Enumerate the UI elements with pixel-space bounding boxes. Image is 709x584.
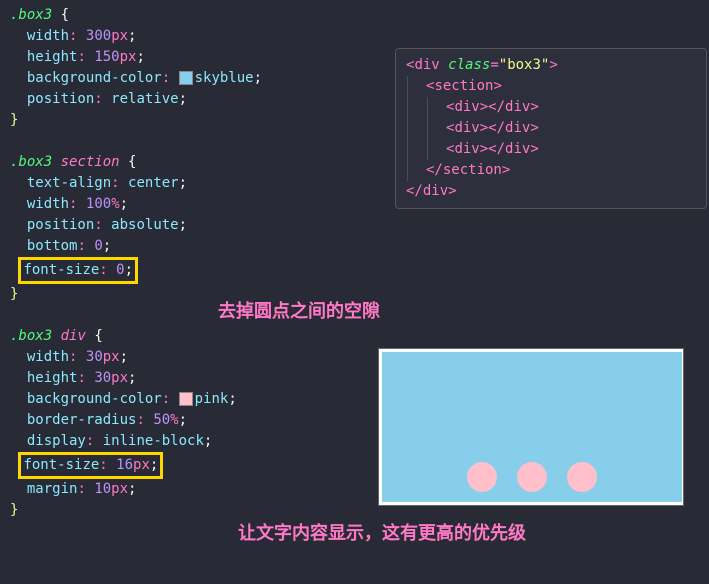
html-line: <div></div>: [446, 118, 696, 139]
code-line: position: absolute;: [10, 215, 699, 236]
html-line: <div></div>: [446, 97, 696, 118]
rendered-preview: [378, 348, 684, 506]
code-line: font-size: 0;: [10, 257, 699, 284]
preview-dot: [567, 462, 597, 492]
annotation-font-priority: 让文字内容显示，这有更高的优先级: [238, 520, 558, 547]
highlight-font-size-0: font-size: 0;: [18, 257, 138, 284]
html-line: </section>: [426, 160, 696, 181]
highlight-font-size-16: font-size: 16px;: [18, 452, 163, 479]
code-line: .box3 div {: [10, 326, 699, 347]
html-line: <div></div>: [446, 139, 696, 160]
html-line: <div class="box3">: [406, 55, 696, 76]
color-swatch: [179, 392, 193, 406]
html-snippet-panel: <div class="box3"> <section> <div></div>…: [395, 48, 707, 209]
html-line: </div>: [406, 181, 696, 202]
preview-section: [382, 452, 682, 502]
annotation-remove-gap: 去掉圆点之间的空隙: [218, 298, 380, 325]
preview-dot: [517, 462, 547, 492]
preview-box3: [382, 352, 682, 502]
code-line: width: 300px;: [10, 26, 699, 47]
html-line: <section>: [426, 76, 696, 97]
css-selector: .box3: [10, 7, 52, 23]
code-line: bottom: 0;: [10, 236, 699, 257]
code-line: .box3 {: [10, 5, 699, 26]
preview-dot: [467, 462, 497, 492]
color-swatch: [179, 71, 193, 85]
